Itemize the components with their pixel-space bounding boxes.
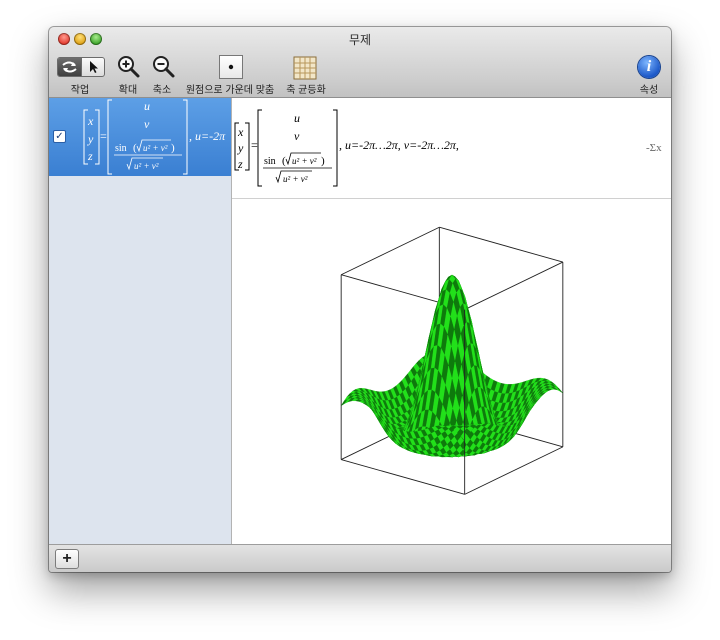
bounding-box-edge bbox=[341, 459, 465, 495]
sidebar-radicand-top: u² + v² bbox=[143, 143, 168, 153]
zoom-in-button[interactable] bbox=[117, 55, 141, 84]
zoom-in-icon bbox=[118, 56, 140, 78]
equation-editor[interactable]: x y z = u v sin ( u² + v² ) u² + v² , u=… bbox=[232, 98, 671, 199]
graph-area[interactable]: x y z = u v sin ( u² + v² ) u² + v² , u=… bbox=[232, 98, 671, 544]
mode-segmented-control[interactable] bbox=[57, 57, 105, 77]
center-origin-label: 원점으로 가운데 맞춤 bbox=[185, 85, 275, 96]
equation-component-v: v bbox=[294, 129, 300, 143]
equation-radicand-top: u² + v² bbox=[292, 156, 317, 166]
sidebar-vector-x: x bbox=[87, 114, 94, 128]
zoom-in-label: 확대 bbox=[118, 85, 138, 96]
equation-component-u: u bbox=[294, 111, 300, 125]
sidebar-radicand-bottom: u² + v² bbox=[134, 161, 159, 171]
equation-vector-x: x bbox=[237, 125, 244, 139]
sidebar-range-prefix: , u=-2π bbox=[189, 129, 226, 143]
equation-ranges: , u=-2π…2π, v=-2π…2π, bbox=[339, 138, 459, 152]
svg-text:(: ( bbox=[133, 142, 137, 154]
svg-text:(: ( bbox=[282, 155, 286, 167]
sidebar-vector-y: y bbox=[87, 132, 94, 146]
equation-radicand-bottom: u² + v² bbox=[283, 174, 308, 184]
sidebar-equals: = bbox=[100, 129, 107, 143]
svg-text:): ) bbox=[321, 155, 325, 167]
info-button[interactable]: i bbox=[638, 56, 660, 78]
zoom-out-icon bbox=[153, 56, 175, 78]
window-title: 무제 bbox=[348, 33, 372, 47]
equation-list-item-selected[interactable]: ✓ x y z = u v sin (u² + v²) u² + v² , … bbox=[49, 98, 231, 176]
zoom-out-button[interactable] bbox=[152, 55, 176, 84]
center-dot-icon bbox=[228, 64, 234, 70]
equation-formula: x y z = u v sin ( u² + v² ) u² + v² , u=… bbox=[234, 109, 459, 187]
grid-ruler-icon bbox=[293, 56, 317, 80]
toolbar: 무제 작업 확대 축소 원점으로 가운데 맞춤 축 균등화 i 속성 bbox=[49, 27, 671, 98]
equation-list-sidebar: ✓ x y z = u v sin (u² + v²) u² + v² , … bbox=[49, 98, 232, 544]
sidebar-component-u: u bbox=[144, 99, 150, 113]
bounding-box-edge bbox=[464, 446, 564, 495]
info-label: 속성 bbox=[639, 85, 659, 96]
mode-label: 작업 bbox=[70, 85, 90, 96]
surface-plot[interactable] bbox=[232, 199, 671, 545]
bounding-box-edge bbox=[464, 261, 564, 310]
select-mode-segment[interactable] bbox=[81, 58, 104, 76]
app-window: 무제 작업 확대 축소 원점으로 가운데 맞춤 축 균등화 i 속성 ✓ x y… bbox=[49, 27, 671, 572]
equation-vector-z: z bbox=[237, 157, 243, 171]
sidebar-component-v: v bbox=[144, 117, 150, 131]
equation-sin-label: sin bbox=[264, 156, 276, 167]
arrow-pointer-icon bbox=[90, 61, 98, 73]
surface-mesh bbox=[341, 274, 563, 458]
sidebar-vector-z: z bbox=[87, 149, 93, 163]
bounding-box-edge bbox=[439, 226, 563, 263]
add-equation-button[interactable]: + bbox=[55, 549, 79, 569]
zoom-out-label: 축소 bbox=[152, 85, 172, 96]
equalize-axes-label: 축 균등화 bbox=[286, 85, 326, 96]
svg-text:): ) bbox=[171, 142, 175, 154]
center-origin-button[interactable] bbox=[219, 55, 243, 79]
bottom-bar: + bbox=[49, 544, 671, 572]
equation-vector-y: y bbox=[237, 141, 244, 155]
equation-equals: = bbox=[251, 138, 258, 152]
rotate-icon bbox=[62, 61, 77, 73]
sidebar-equation-formula: x y z = u v sin ( u² + v² ) u² + v² , u=… bbox=[83, 99, 226, 175]
sidebar-sin-label: sin bbox=[115, 143, 127, 154]
info-icon: i bbox=[646, 58, 652, 75]
rotate-mode-segment[interactable] bbox=[58, 58, 81, 76]
sigma-icon[interactable]: -Σx bbox=[646, 142, 662, 154]
bounding-box-edge bbox=[340, 226, 440, 276]
